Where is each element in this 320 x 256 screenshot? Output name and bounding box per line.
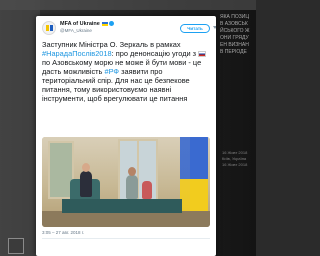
photo-table [62, 199, 182, 213]
account-name[interactable]: MFA of Ukraine [60, 21, 114, 27]
mfa-logo-icon-part [50, 25, 53, 31]
tweet-photo[interactable] [42, 137, 210, 227]
mfa-logo-icon [46, 25, 49, 31]
tweet-timestamp[interactable]: 3:05 – 27 авг. 2018 г. [42, 230, 84, 235]
account-handle[interactable]: @MFA_Ukraine [60, 28, 92, 33]
hashtag-link[interactable]: #РФ [104, 67, 119, 76]
photo-window [118, 139, 158, 201]
verified-badge-icon [108, 21, 114, 27]
photo-floor [42, 211, 210, 227]
photo-person [80, 163, 92, 197]
photo-person-head [82, 163, 90, 172]
background-corner-icon [8, 238, 24, 254]
background-left-panel [0, 0, 40, 256]
chevron-down-icon[interactable] [213, 26, 216, 29]
hashtag-link[interactable]: #НарадаПослів2018 [42, 49, 112, 58]
photo-person [126, 167, 138, 199]
avatar[interactable] [42, 21, 56, 35]
russia-flag-icon [198, 50, 207, 57]
follow-button[interactable]: Читать [180, 24, 210, 33]
tweet-card: MFA of Ukraine @MFA_Ukraine Читать Засту… [36, 16, 216, 256]
photo-flag [190, 137, 208, 221]
background-side-list: 16 Жовт 2018 Київ, Україна 16 Жовт 2018 [222, 150, 248, 167]
tweet-header: MFA of Ukraine @MFA_Ukraine Читать [36, 16, 216, 38]
divider [42, 238, 210, 239]
background-side-text: ЯКА ПОЗИЦ В АЗОВСЬК ЙСЬКОГО Ж ОНИ ГРЯДУ … [220, 14, 250, 55]
photo-person [142, 181, 152, 199]
tweet-text: Заступник Міністра О. Зеркаль в рамках #… [42, 40, 210, 103]
photo-person-head [128, 167, 136, 176]
ukraine-flag-icon [101, 21, 108, 26]
